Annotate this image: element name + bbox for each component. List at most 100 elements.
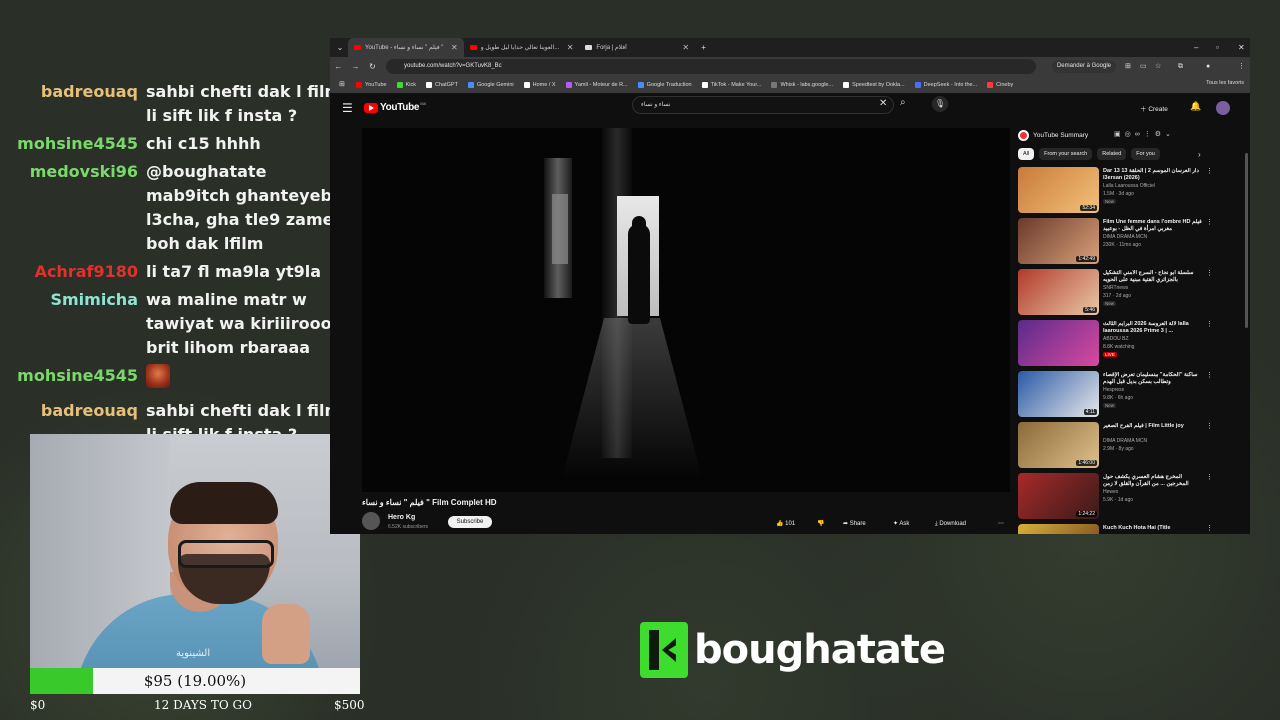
- recommendation-title[interactable]: المخرج هشام العسري يكشف حول المخرجين ...…: [1103, 474, 1203, 488]
- recommendation-thumbnail[interactable]: 52:34: [1018, 167, 1099, 213]
- recommendation-channel[interactable]: Lalla Laaroussa Officiel: [1103, 183, 1203, 189]
- chips-next-icon[interactable]: ›: [1198, 150, 1201, 159]
- recommendation-title[interactable]: Film Une femme dans l'ombre HD فيلم مغرب…: [1103, 219, 1203, 233]
- recommendation-thumbnail[interactable]: 5:46: [1018, 269, 1099, 315]
- ask-google-button[interactable]: Demander à Google: [1051, 60, 1116, 73]
- back-icon[interactable]: ←: [330, 62, 347, 71]
- recommendation-more-icon[interactable]: ⋮: [1206, 167, 1213, 175]
- recommendation-item[interactable]: 1:46:00 فيلم الفرح الصغير | Film Little j…: [1018, 422, 1218, 473]
- recommendation-title[interactable]: Dar 13 دار العرسان الموسم 2 | الحلقة 13 …: [1103, 168, 1203, 182]
- create-button[interactable]: ＋ Create: [1140, 103, 1168, 113]
- notifications-bell-icon[interactable]: 🔔: [1190, 101, 1201, 112]
- bookmark-item[interactable]: Speedtest by Ookla...: [843, 81, 905, 88]
- chat-username[interactable]: Smimicha: [0, 288, 146, 360]
- translate-icon[interactable]: ⊞: [1125, 57, 1131, 76]
- clear-search-icon[interactable]: ✕: [879, 98, 887, 109]
- recommendation-title[interactable]: Kuch Kuch Hota Hai (Title: [1103, 525, 1203, 532]
- reload-icon[interactable]: ↻: [364, 62, 381, 71]
- chat-username[interactable]: Achraf9180: [0, 260, 146, 284]
- recommendation-channel[interactable]: SNRTnews: [1103, 285, 1203, 291]
- page-scrollbar[interactable]: [1245, 153, 1248, 328]
- recommendation-thumbnail[interactable]: [1018, 524, 1099, 534]
- chat-username[interactable]: medovski96: [0, 160, 146, 256]
- maximize-icon[interactable]: ▫: [1216, 38, 1219, 57]
- dislike-icon[interactable]: 👎: [817, 517, 824, 531]
- youtube-logo[interactable]: YouTube MA: [364, 101, 426, 113]
- bookmark-item[interactable]: YouTube: [356, 81, 387, 88]
- more-actions-icon[interactable]: ⋯: [998, 517, 1004, 531]
- recommendation-channel[interactable]: ABDOU BZ: [1103, 336, 1203, 342]
- recommendation-item[interactable]: 5:46 سلسلة أبو نجاح - السرج الأمني التشكي…: [1018, 269, 1218, 320]
- recommendation-item[interactable]: 52:34 Dar 13 دار العرسان الموسم 2 | الحلق…: [1018, 167, 1218, 218]
- recommendation-thumbnail[interactable]: 1:42:49: [1018, 218, 1099, 264]
- recommendation-more-icon[interactable]: ⋮: [1206, 524, 1213, 532]
- summary-extension-icon[interactable]: [1018, 129, 1029, 141]
- address-bar[interactable]: youtube.com/watch?v=GKTuvK8_Bc: [386, 59, 1036, 74]
- summary-tools-icons[interactable]: ▣◎∞⋮⚙⌄: [1114, 130, 1175, 138]
- chat-username[interactable]: badreouaq: [0, 80, 146, 128]
- recommendation-thumbnail[interactable]: [1018, 320, 1099, 366]
- hamburger-menu-icon[interactable]: ☰: [342, 101, 353, 115]
- bookmark-item[interactable]: TikTok - Make Your...: [701, 81, 761, 88]
- filter-chip[interactable]: For you: [1131, 148, 1160, 160]
- bookmark-item[interactable]: Google Traduction: [637, 81, 692, 88]
- bookmark-item[interactable]: Google Gemini: [467, 81, 514, 88]
- close-window-icon[interactable]: ✕: [1238, 38, 1245, 57]
- chat-username[interactable]: mohsine4545: [0, 132, 146, 156]
- recommendation-title[interactable]: ساكنة "الحكامة" ببنسليمان تعرض الإقصاء و…: [1103, 372, 1203, 386]
- recommendation-more-icon[interactable]: ⋮: [1206, 320, 1213, 328]
- recommendation-item[interactable]: 1:24:22 المخرج هشام العسري يكشف حول المخر…: [1018, 473, 1218, 524]
- recommendation-title[interactable]: سلسلة أبو نجاح - السرج الأمني التشكيل با…: [1103, 270, 1203, 284]
- youtube-search-input[interactable]: نساء و نساء: [632, 96, 894, 114]
- ask-button[interactable]: ✦ Ask: [893, 517, 909, 531]
- bookmark-star-icon[interactable]: ☆: [1155, 57, 1161, 76]
- recommendation-more-icon[interactable]: ⋮: [1206, 422, 1213, 430]
- recommendation-title[interactable]: لالة العروسة 2026 البرايم الثالث lalla l…: [1103, 321, 1203, 335]
- recommendation-more-icon[interactable]: ⋮: [1206, 218, 1213, 226]
- filter-chip[interactable]: Related: [1097, 148, 1127, 160]
- tab-close-icon[interactable]: ✕: [567, 43, 574, 52]
- bookmark-item[interactable]: Yamli - Moteur de R...: [565, 81, 628, 88]
- cast-icon[interactable]: ▭: [1140, 57, 1147, 76]
- account-avatar[interactable]: [1216, 101, 1230, 115]
- recommendation-more-icon[interactable]: ⋮: [1206, 269, 1213, 277]
- recommendation-more-icon[interactable]: ⋮: [1206, 371, 1213, 379]
- browser-menu-icon[interactable]: ⋮: [1238, 57, 1245, 76]
- recommendation-channel[interactable]: DIMA DRAMA MCN: [1103, 438, 1203, 444]
- like-button[interactable]: 👍 101: [776, 517, 795, 531]
- tab-close-icon[interactable]: ✕: [682, 43, 689, 52]
- recommendation-thumbnail[interactable]: 1:46:00: [1018, 422, 1099, 468]
- recommendation-channel[interactable]: Hespress: [1103, 387, 1203, 393]
- extensions-icon[interactable]: ⧉: [1178, 57, 1183, 76]
- recommendation-item[interactable]: 4:11 ساكنة "الحكامة" ببنسليمان تعرض الإقص…: [1018, 371, 1218, 422]
- recommendation-item[interactable]: Kuch Kuch Hota Hai (Title ⋮: [1018, 524, 1218, 534]
- filter-chip[interactable]: All: [1018, 148, 1035, 160]
- chat-username[interactable]: mohsine4545: [0, 364, 146, 395]
- microphone-icon[interactable]: 🎙: [932, 96, 948, 112]
- search-icon[interactable]: ⌕: [900, 97, 906, 108]
- recommendation-thumbnail[interactable]: 1:24:22: [1018, 473, 1099, 519]
- download-button[interactable]: ⤓ Download: [935, 517, 966, 531]
- minimize-icon[interactable]: –: [1194, 38, 1198, 57]
- recommendation-item[interactable]: لالة العروسة 2026 البرايم الثالث lalla l…: [1018, 320, 1218, 371]
- channel-avatar[interactable]: [362, 512, 380, 530]
- video-player[interactable]: [362, 128, 1010, 492]
- filter-chip[interactable]: From your search: [1039, 148, 1093, 160]
- tab-search-icon[interactable]: ⌄: [332, 43, 348, 52]
- browser-tab[interactable]: العوينا تعالي حدايا ليل طويل و... ✕: [464, 38, 580, 57]
- browser-tab[interactable]: Forja | أفلام ✕: [579, 38, 695, 57]
- new-tab-button[interactable]: +: [695, 43, 712, 52]
- bookmark-item[interactable]: Whisk - labs.google...: [771, 81, 833, 88]
- recommendation-more-icon[interactable]: ⋮: [1206, 473, 1213, 481]
- subscribe-button[interactable]: Subscribe: [448, 516, 492, 528]
- channel-name[interactable]: Hero Kg: [388, 514, 415, 521]
- recommendation-item[interactable]: 1:42:49 Film Une femme dans l'ombre HD في…: [1018, 218, 1218, 269]
- share-button[interactable]: ➦ Share: [843, 517, 866, 531]
- recommendation-title[interactable]: فيلم الفرح الصغير | Film Little joy: [1103, 423, 1203, 430]
- forward-icon[interactable]: →: [347, 62, 364, 71]
- bookmark-item[interactable]: ChatGPT: [426, 81, 458, 88]
- apps-grid-icon[interactable]: ⊞: [339, 80, 345, 88]
- recommendation-channel[interactable]: Hewes: [1103, 489, 1203, 495]
- profile-icon[interactable]: ●: [1206, 57, 1210, 76]
- browser-tab[interactable]: YouTube - فيلم " نساء و نساء " ✕: [348, 38, 464, 57]
